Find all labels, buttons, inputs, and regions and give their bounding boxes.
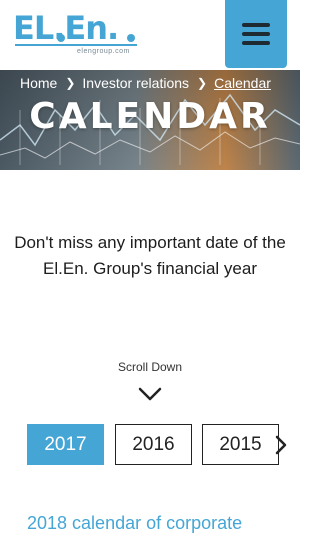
menu-button[interactable] bbox=[225, 0, 287, 68]
page-title: CALENDAR bbox=[29, 96, 271, 137]
chevron-right-icon: ❯ bbox=[197, 76, 208, 90]
chevron-right-icon[interactable] bbox=[274, 434, 288, 456]
chevron-right-icon: ❯ bbox=[65, 76, 76, 90]
breadcrumb-calendar[interactable]: Calendar bbox=[214, 75, 271, 91]
breadcrumb-investor-relations[interactable]: Investor relations bbox=[82, 75, 189, 91]
elen-logo[interactable]: EL.En. elengroup.com bbox=[13, 9, 141, 59]
breadcrumb-home[interactable]: Home bbox=[20, 75, 57, 91]
scroll-down-label[interactable]: Scroll Down bbox=[0, 360, 300, 374]
section-title[interactable]: 2018 calendar of corporate bbox=[27, 513, 307, 533]
hamburger-icon bbox=[242, 23, 270, 45]
hero-banner: Home ❯ Investor relations ❯ Calendar CAL… bbox=[0, 70, 300, 170]
logo-domain: elengroup.com bbox=[77, 48, 130, 55]
year-tab-2016[interactable]: 2016 bbox=[115, 424, 192, 465]
year-tab-2017[interactable]: 2017 bbox=[27, 424, 104, 465]
year-tab-2015[interactable]: 2015 bbox=[202, 424, 279, 465]
breadcrumb: Home ❯ Investor relations ❯ Calendar bbox=[20, 75, 271, 91]
intro-text: Don't miss any important date of the El.… bbox=[14, 233, 286, 278]
header: EL.En. elengroup.com bbox=[0, 0, 300, 70]
chevron-down-icon[interactable] bbox=[138, 386, 162, 402]
svg-text:EL.En.: EL.En. bbox=[13, 9, 118, 47]
